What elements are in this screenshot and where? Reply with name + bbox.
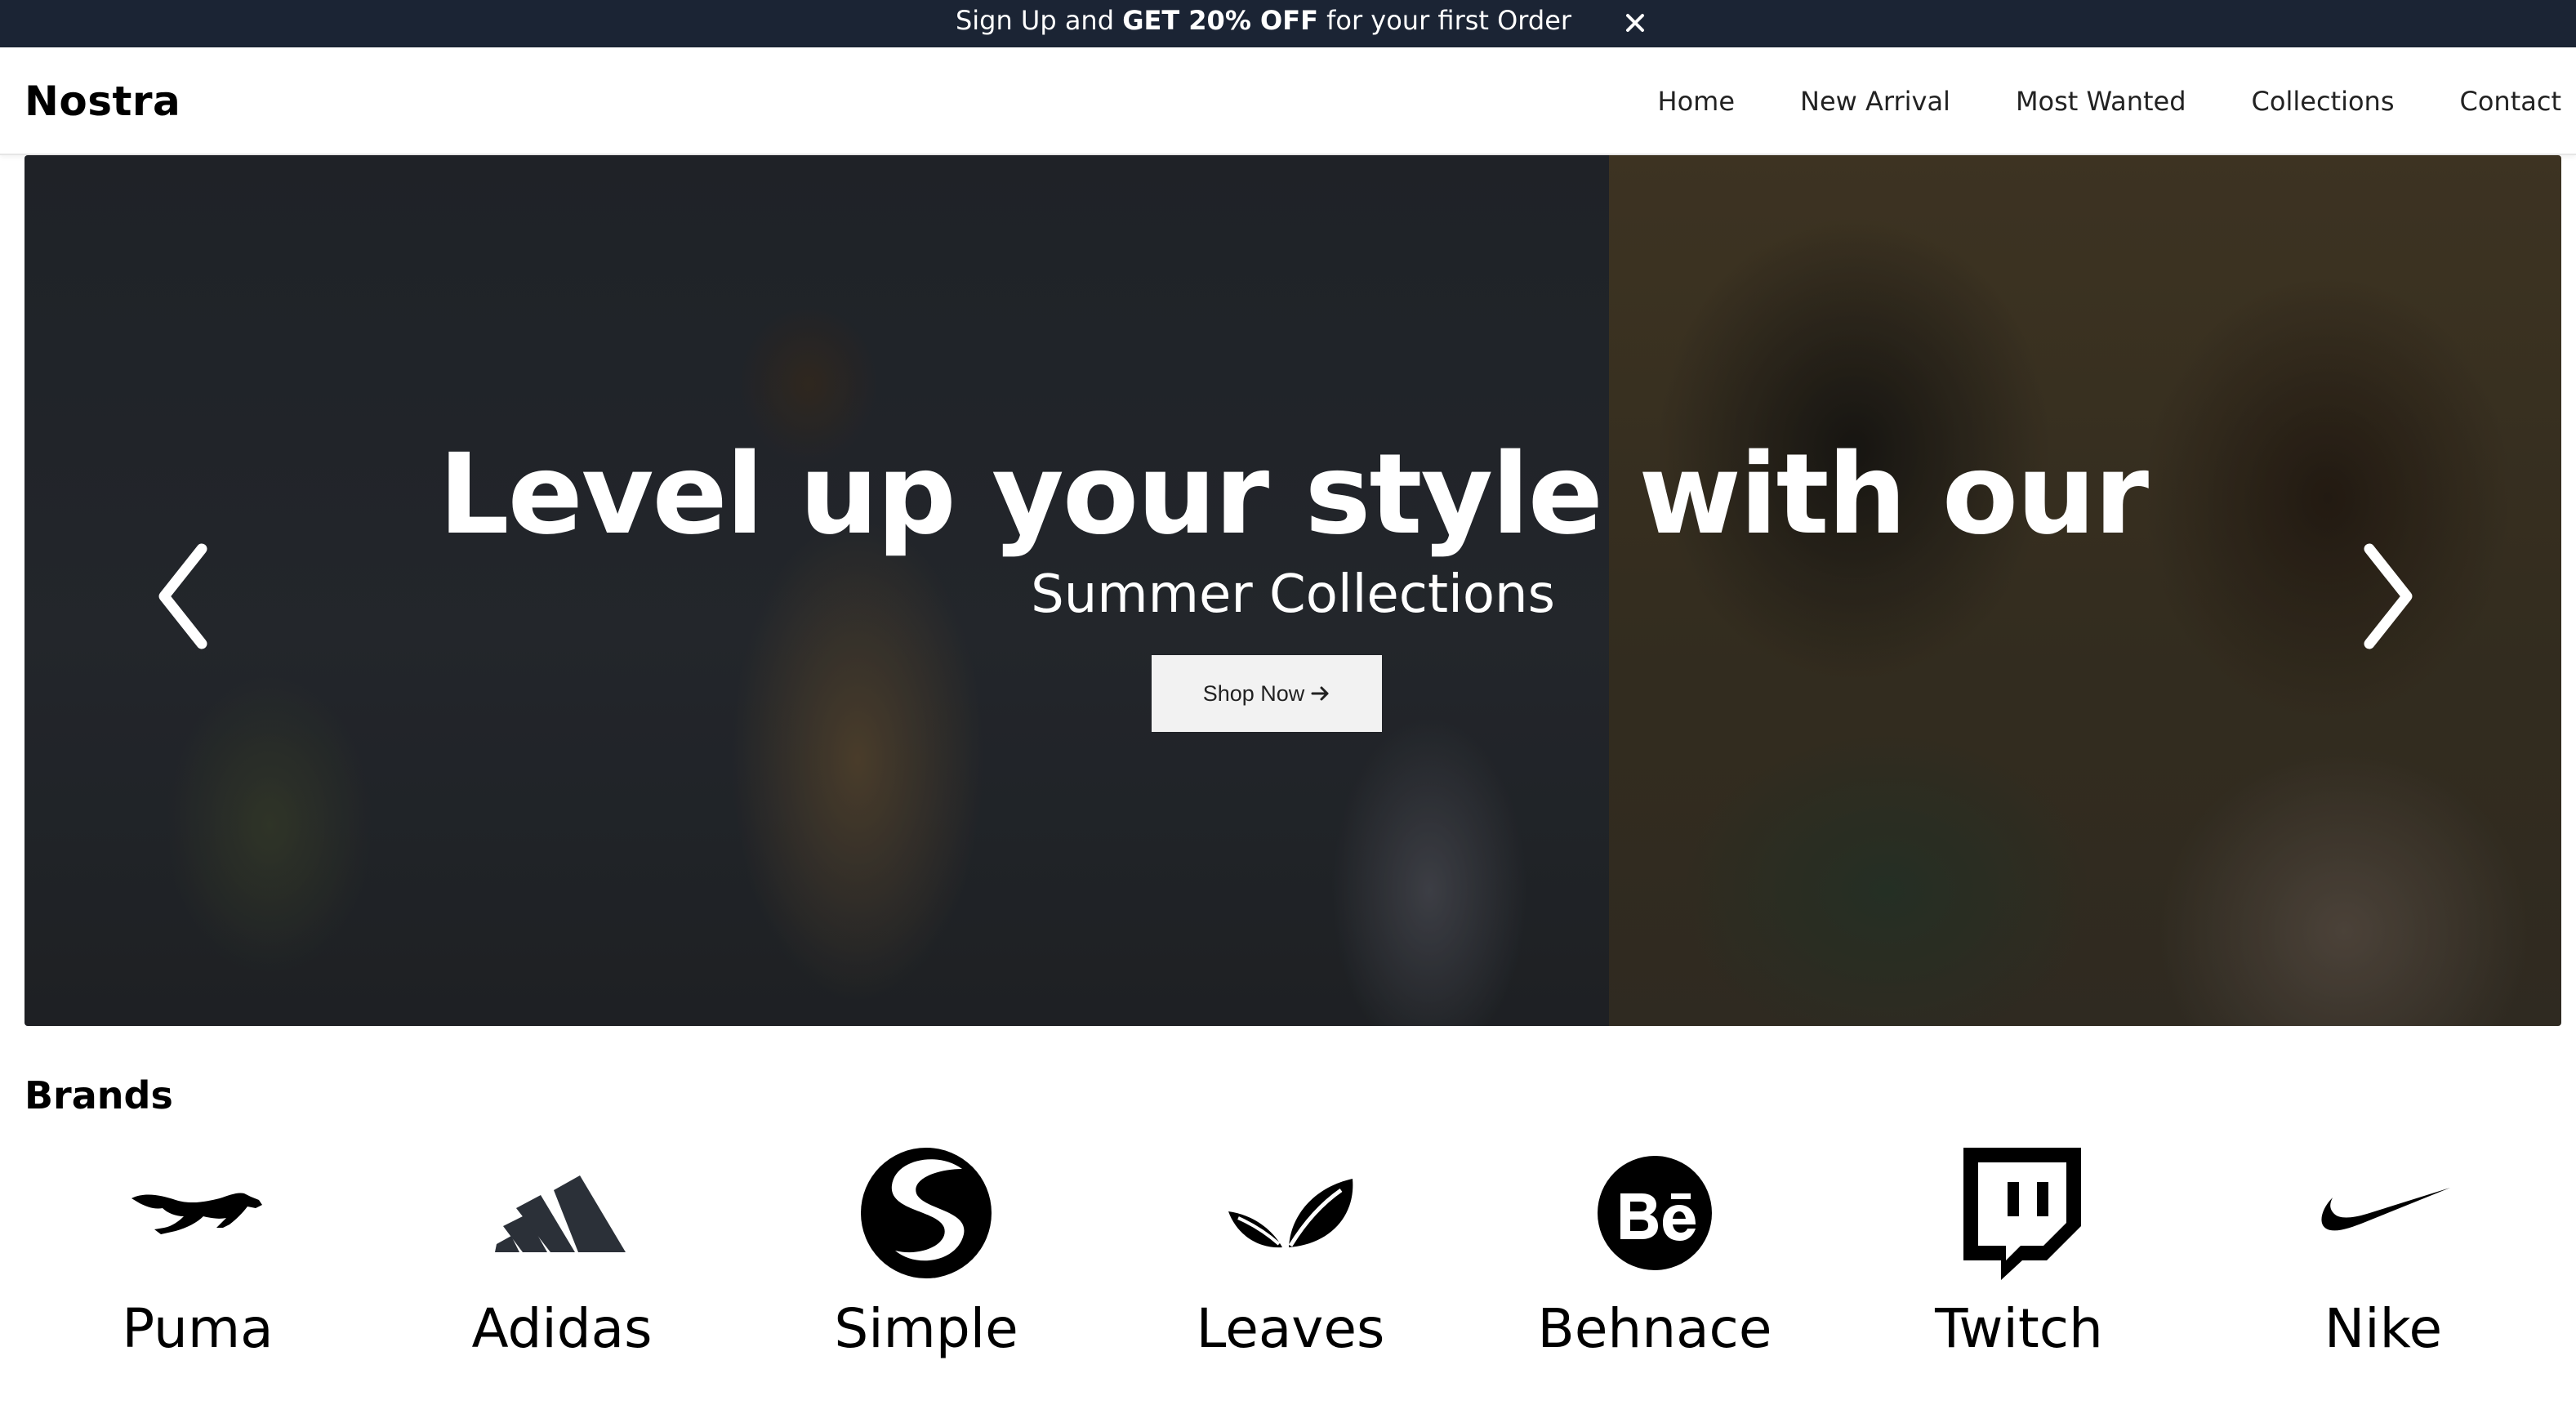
brand-nike[interactable]: Nike (2228, 1135, 2538, 1380)
nav-contact[interactable]: Contact (2460, 86, 2562, 117)
brand-name: Leaves (1196, 1297, 1385, 1360)
nike-icon (2321, 1188, 2450, 1231)
nav-home[interactable]: Home (1658, 86, 1736, 117)
nav-most-wanted[interactable]: Most Wanted (2016, 86, 2186, 117)
nav-new-arrival[interactable]: New Arrival (1800, 86, 1950, 117)
brand-leaves[interactable]: Leaves (1135, 1135, 1446, 1380)
adidas-icon (495, 1175, 626, 1252)
arrow-right-icon (1311, 685, 1330, 702)
promo-text-after: for your first Order (1317, 5, 1572, 36)
brand-puma[interactable]: Puma (42, 1135, 353, 1380)
hero-subtitle: Summer Collections (1031, 564, 1555, 625)
simple-icon (861, 1148, 992, 1278)
promo-bar: Sign Up and GET 20% OFF for your first O… (0, 0, 2576, 47)
brand-name: Nike (2324, 1297, 2443, 1360)
brand-simple[interactable]: Simple (771, 1135, 1081, 1380)
brand-adidas[interactable]: Adidas (407, 1135, 717, 1380)
site-logo[interactable]: Nostra (25, 47, 180, 155)
shop-now-label: Shop Now (1202, 680, 1305, 706)
puma-icon (131, 1193, 262, 1234)
promo-text-before: Sign Up and (955, 5, 1123, 36)
main-nav: Home New Arrival Most Wanted Collections… (1593, 47, 2562, 155)
promo-close-button[interactable] (1611, 4, 1660, 42)
brands-heading: Brands (25, 1073, 173, 1117)
brands-list: Puma Adidas Simple Leaves Behnace Twitch… (0, 1135, 2576, 1380)
shop-now-button[interactable]: Shop Now (1152, 655, 1382, 732)
promo-text-bold: GET 20% OFF (1122, 5, 1318, 36)
promo-text: Sign Up and GET 20% OFF for your first O… (0, 0, 2576, 47)
hero-title: Level up your style with our (438, 430, 2149, 560)
brand-behance[interactable]: Behnace (1500, 1135, 1810, 1380)
brand-name: Puma (122, 1297, 274, 1360)
leaves-icon (1228, 1179, 1353, 1248)
brand-name: Adidas (471, 1297, 653, 1360)
nav-collections[interactable]: Collections (2252, 86, 2395, 117)
site-header: Nostra Home New Arrival Most Wanted Coll… (0, 47, 2576, 155)
behance-icon (1598, 1156, 1712, 1270)
brand-name: Simple (834, 1297, 1018, 1360)
close-icon (1626, 14, 1644, 32)
brand-name: Behnace (1537, 1297, 1772, 1360)
hero-carousel: Level up your style with our Summer Coll… (25, 155, 2561, 1026)
twitch-icon (1963, 1148, 2081, 1280)
brand-name: Twitch (1935, 1297, 2103, 1360)
brand-twitch[interactable]: Twitch (1864, 1135, 2174, 1380)
